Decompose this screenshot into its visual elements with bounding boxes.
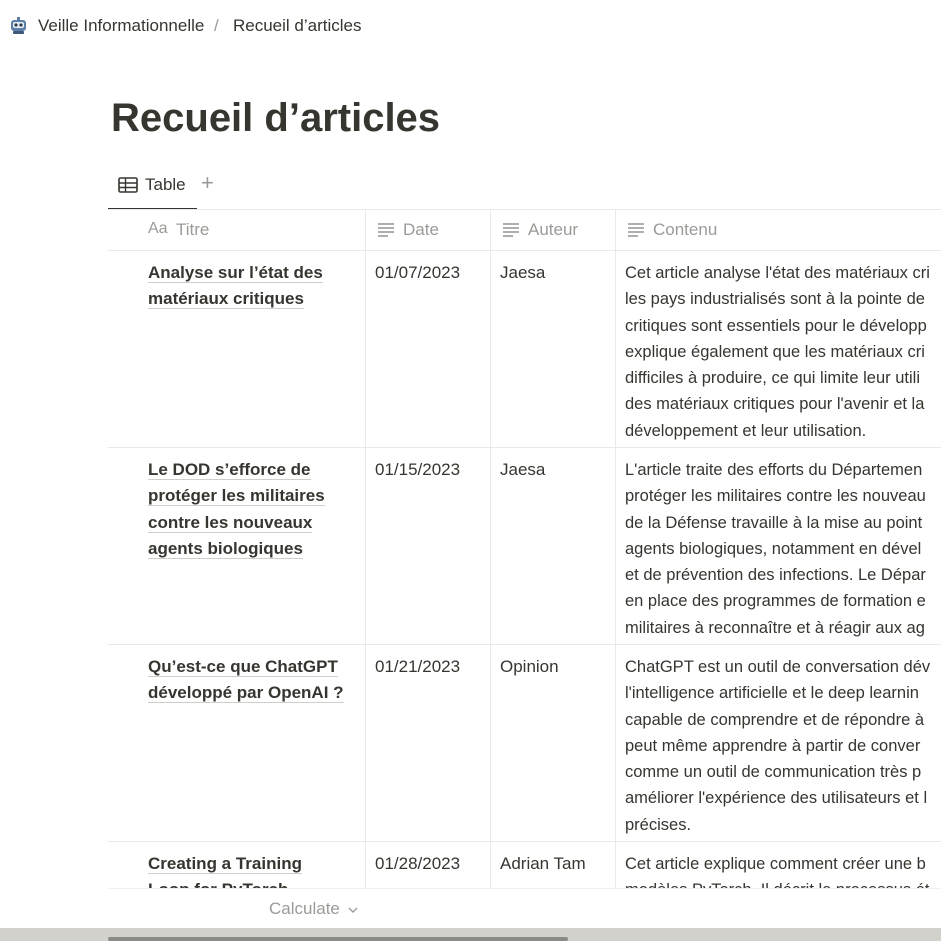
date-cell[interactable]: 01/15/2023	[365, 448, 491, 644]
row-title[interactable]: Analyse sur l’état des matériaux critiqu…	[148, 260, 348, 313]
title-cell: Qu’est-ce que ChatGPT développé par Open…	[108, 645, 366, 841]
breadcrumb-page[interactable]: Recueil d’articles	[233, 16, 362, 36]
row-date: 01/28/2023	[375, 854, 461, 873]
column-content-label: Contenu	[653, 220, 718, 239]
breadcrumb-separator: /	[214, 16, 219, 35]
table-row[interactable]: Qu’est-ce que ChatGPT développé par Open…	[108, 645, 941, 842]
row-title[interactable]: Le DOD s’efforce de protéger les militai…	[148, 457, 333, 562]
title-cell: Le DOD s’efforce de protéger les militai…	[108, 448, 366, 644]
row-content: ChatGPT est un outil de conversation dév…	[625, 658, 931, 834]
breadcrumb-workspace[interactable]: Veille Informationnelle	[38, 16, 204, 36]
row-title[interactable]: Qu’est-ce que ChatGPT développé par Open…	[148, 654, 348, 707]
calculate-button[interactable]: Calculate	[269, 899, 358, 919]
lines-icon	[502, 222, 520, 238]
table-row[interactable]: Le DOD s’efforce de protéger les militai…	[108, 448, 941, 645]
table-icon	[118, 177, 138, 193]
table-row[interactable]: Analyse sur l’état des matériaux critiqu…	[108, 251, 941, 448]
date-cell[interactable]: 01/21/2023	[365, 645, 491, 841]
lines-icon	[377, 222, 395, 238]
horizontal-scrollbar[interactable]	[0, 928, 941, 941]
column-header-author[interactable]: Auteur	[490, 210, 616, 250]
tab-label: Table	[145, 175, 186, 194]
scrollbar-thumb[interactable]	[108, 937, 568, 941]
content-cell[interactable]: ChatGPT est un outil de conversation dév…	[615, 645, 941, 841]
row-content: L'article traite des efforts du Départem…	[625, 461, 926, 637]
row-date: 01/07/2023	[375, 263, 461, 282]
column-date-label: Date	[403, 220, 439, 239]
row-date: 01/21/2023	[375, 657, 461, 676]
author-cell[interactable]: Jaesa	[490, 251, 616, 447]
content-cell[interactable]: L'article traite des efforts du Départem…	[615, 448, 941, 644]
author-cell[interactable]: Jaesa	[490, 448, 616, 644]
add-view-icon[interactable]: +	[201, 170, 214, 196]
chevron-down-icon	[348, 899, 358, 919]
column-header-title[interactable]: Aa Titre	[108, 210, 366, 250]
column-title-label: Titre	[176, 220, 210, 239]
row-date: 01/15/2023	[375, 460, 461, 479]
tab-table-view[interactable]: Table	[108, 168, 197, 210]
table-footer: Calculate	[108, 888, 941, 929]
row-author: Jaesa	[500, 460, 546, 479]
row-author: Adrian Tam	[500, 854, 586, 873]
title-cell: Analyse sur l’état des matériaux critiqu…	[108, 251, 366, 447]
page-title[interactable]: Recueil d’articles	[111, 96, 440, 141]
robot-icon[interactable]	[9, 16, 28, 35]
date-cell[interactable]: 01/07/2023	[365, 251, 491, 447]
calculate-label: Calculate	[269, 899, 340, 918]
row-content: Cet article analyse l'état des matériaux…	[625, 264, 930, 440]
column-header-content[interactable]: Contenu	[615, 210, 941, 250]
text-type-icon: Aa	[148, 220, 168, 237]
content-cell[interactable]: Cet article analyse l'état des matériaux…	[615, 251, 941, 447]
lines-icon	[627, 222, 645, 238]
author-cell[interactable]: Opinion	[490, 645, 616, 841]
row-author: Opinion	[500, 657, 559, 676]
top-bar: Veille Informationnelle / Recueil d’arti…	[0, 0, 941, 54]
column-header-date[interactable]: Date	[365, 210, 491, 250]
row-author: Jaesa	[500, 263, 546, 282]
table-header: Aa Titre Date Auteur Contenu	[108, 210, 941, 251]
column-author-label: Auteur	[528, 220, 579, 239]
